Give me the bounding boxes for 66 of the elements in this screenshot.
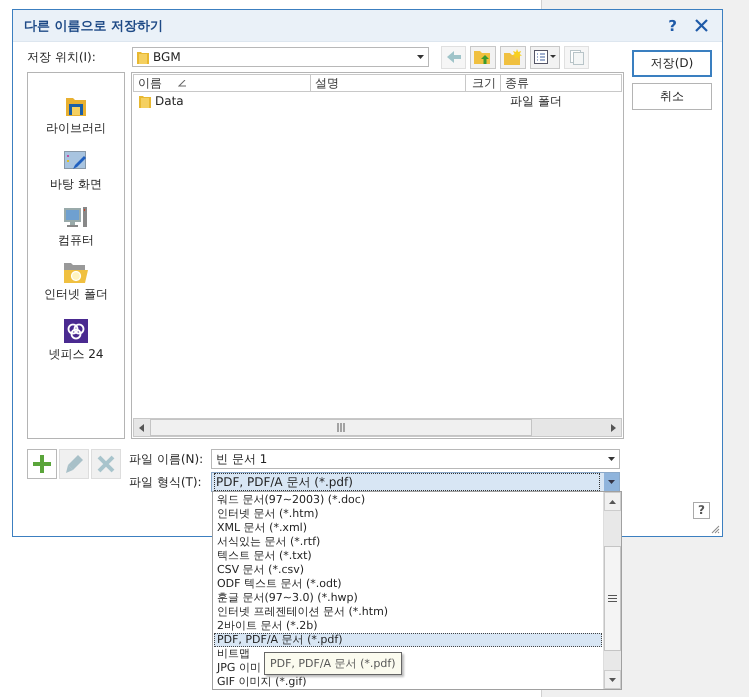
pencil-icon [64,454,84,474]
window-title: 다른 이름으로 저장하기 [24,18,164,34]
caret-icon [608,480,615,484]
new-folder-button[interactable] [500,46,526,68]
file-type-option[interactable]: 2바이트 문서 (*.2b) [214,619,322,633]
save-in-dropdown[interactable]: BGM [132,47,429,67]
cancel-button[interactable]: 취소 [632,83,712,110]
file-type-label: 파일 형식(T): [129,474,203,490]
folder-icon [139,94,151,108]
place-item[interactable]: 넷피스 24 [48,319,104,367]
add-place-button[interactable] [27,449,57,479]
place-item[interactable]: 바탕 화면 [50,151,102,199]
file-type-option[interactable]: PDF, PDF/A 문서 (*.pdf) [214,633,602,647]
caret-icon [608,457,615,461]
file-name-label: 파일 이름(N): [129,450,204,468]
file-type-option[interactable]: ODF 텍스트 문서 (*.odt) [214,577,346,591]
plus-icon [32,454,52,474]
file-type-option[interactable]: CSV 문서 (*.csv) [214,563,308,577]
up-folder-button[interactable] [470,46,496,68]
tooltip: PDF, PDF/A 문서 (*.pdf) [264,652,402,675]
delete-icon [97,455,115,473]
caret-icon [550,55,556,59]
file-type-option[interactable]: 훈글 문서(97~3.0) (*.hwp) [214,591,362,605]
file-type-option[interactable]: 비트맵 [214,647,254,661]
place-item[interactable]: 라이브러리 [46,95,106,143]
scroll-down-icon[interactable] [609,678,616,682]
caret-icon [417,55,424,59]
file-type-option[interactable]: JPG 이미 [214,661,265,675]
globe-folder-icon [64,263,88,283]
file-type-option[interactable]: GIF 이미지 (*.gif) [214,675,311,689]
folder-icon [65,95,87,117]
folder-up-icon [474,49,492,65]
back-arrow-icon [446,50,462,64]
folder-icon [137,50,149,64]
file-row[interactable]: Data 파일 폴더 [133,92,622,110]
help-button[interactable]: ? [668,16,677,34]
save-button[interactable]: 저장(D) [632,50,712,77]
file-type-dropdown[interactable]: PDF, PDF/A 문서 (*.pdf) [211,472,620,492]
scroll-up-icon[interactable] [609,500,616,504]
view-menu-button[interactable] [530,46,560,68]
file-type-option[interactable]: XML 문서 (*.xml) [214,521,312,535]
save-in-label: 저장 위치(I): [27,48,97,66]
file-type-option[interactable]: 인터넷 문서 (*.htm) [214,507,323,521]
file-type-option[interactable]: 서식있는 문서 (*.rtf) [214,535,324,549]
place-item[interactable]: 인터넷 폴더 [44,263,108,311]
list-view-icon [534,50,548,64]
file-type-option[interactable]: 인터넷 프레젠테이션 문서 (*.htm) [214,605,392,619]
column-header[interactable]: 종류 [501,75,621,91]
file-type-option[interactable]: 텍스트 문서 (*.txt) [214,549,316,563]
vertical-scrollbar[interactable] [603,492,621,689]
column-header[interactable]: 크기 [466,75,501,91]
horizontal-scrollbar[interactable] [133,418,622,437]
new-folder-icon [504,49,522,65]
help-button[interactable]: ? [693,502,710,519]
app-icon [64,319,88,343]
pages-icon [568,49,584,65]
resize-grip-icon [711,525,720,534]
column-header[interactable]: 이름 [134,75,311,91]
computer-icon [64,207,88,229]
file-type-option[interactable]: 워드 문서(97~2003) (*.doc) [214,493,370,507]
file-name-field[interactable]: 빈 문서 1 [211,449,620,469]
column-header[interactable]: 설명 [311,75,466,91]
grip-icon [608,595,617,602]
place-item[interactable]: 컴퓨터 [58,207,94,255]
grip-icon [337,423,345,432]
close-icon[interactable] [695,19,708,32]
